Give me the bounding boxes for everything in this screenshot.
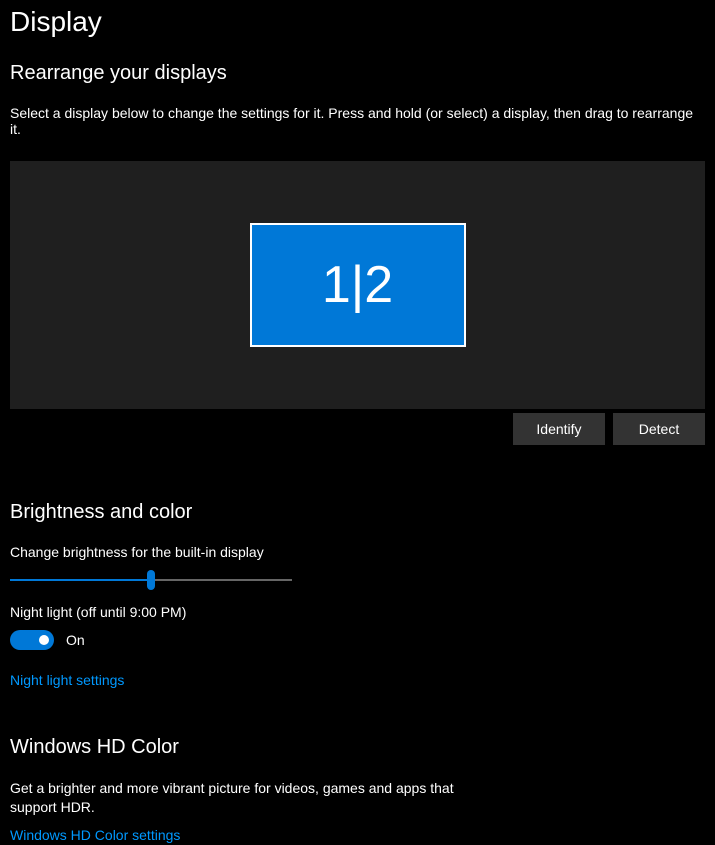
hd-color-settings-link[interactable]: Windows HD Color settings [10, 827, 180, 843]
detect-button[interactable]: Detect [613, 413, 705, 445]
brightness-slider[interactable] [10, 570, 292, 590]
hd-color-description: Get a brighter and more vibrant picture … [10, 779, 470, 817]
display-arrangement-area: 1|2 [10, 161, 705, 409]
toggle-state-label: On [66, 632, 85, 648]
slider-fill [10, 579, 151, 581]
identify-button[interactable]: Identify [513, 413, 605, 445]
toggle-knob [39, 635, 49, 645]
slider-thumb[interactable] [147, 570, 155, 590]
brightness-section-title: Brightness and color [10, 501, 705, 524]
rearrange-instruction: Select a display below to change the set… [10, 105, 705, 137]
display-tile[interactable]: 1|2 [250, 223, 466, 347]
hd-color-section-title: Windows HD Color [10, 736, 705, 759]
night-light-toggle[interactable] [10, 630, 54, 650]
page-title: Display [10, 6, 705, 38]
display-buttons-row: Identify Detect [10, 413, 705, 445]
brightness-slider-label: Change brightness for the built-in displ… [10, 544, 705, 560]
night-light-settings-link[interactable]: Night light settings [10, 672, 124, 688]
night-light-label: Night light (off until 9:00 PM) [10, 604, 705, 620]
night-light-toggle-row: On [10, 630, 705, 650]
rearrange-section-title: Rearrange your displays [10, 62, 705, 85]
